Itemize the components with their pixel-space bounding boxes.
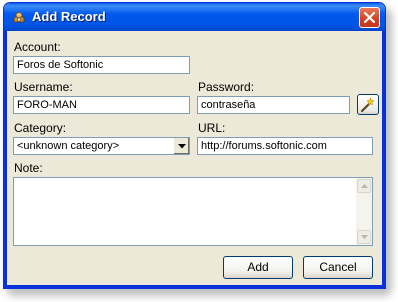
account-label: Account: bbox=[14, 40, 61, 54]
dialog-body: Account: Foros de Softonic Username: FOR… bbox=[7, 31, 382, 283]
title-bar[interactable]: Add Record bbox=[4, 3, 385, 31]
scroll-down-icon bbox=[361, 235, 368, 239]
category-selected-value: <unknown category> bbox=[17, 140, 120, 152]
generate-password-button[interactable] bbox=[357, 94, 379, 115]
note-textarea[interactable] bbox=[13, 177, 373, 246]
add-button[interactable]: Add bbox=[223, 256, 293, 279]
cancel-button[interactable]: Cancel bbox=[303, 256, 373, 279]
password-field[interactable]: contraseña bbox=[197, 96, 350, 114]
magic-wand-icon bbox=[360, 97, 375, 113]
url-label: URL: bbox=[198, 121, 226, 135]
password-label: Password: bbox=[198, 80, 255, 94]
add-record-dialog: Add Record Account: Foros de Softonic Us… bbox=[3, 2, 386, 289]
scroll-up-button[interactable] bbox=[357, 179, 371, 193]
account-field[interactable]: Foros de Softonic bbox=[13, 56, 190, 74]
app-icon bbox=[11, 9, 27, 25]
category-dropdown-button[interactable] bbox=[173, 138, 189, 154]
category-label: Category: bbox=[14, 121, 67, 135]
username-label: Username: bbox=[14, 80, 73, 94]
window-title: Add Record bbox=[32, 9, 106, 24]
scroll-down-button[interactable] bbox=[357, 230, 371, 244]
chevron-down-icon bbox=[178, 144, 186, 149]
window-border-right bbox=[382, 31, 385, 288]
category-select[interactable]: <unknown category> bbox=[13, 137, 190, 155]
url-field[interactable]: http://forums.softonic.com bbox=[197, 137, 373, 155]
note-scrollbar[interactable] bbox=[356, 178, 372, 245]
username-field[interactable]: FORO-MAN bbox=[13, 96, 190, 114]
close-icon bbox=[364, 12, 375, 23]
window-border-bottom bbox=[4, 285, 385, 288]
scroll-up-icon bbox=[361, 184, 368, 188]
close-button[interactable] bbox=[359, 7, 380, 28]
note-label: Note: bbox=[14, 161, 43, 175]
